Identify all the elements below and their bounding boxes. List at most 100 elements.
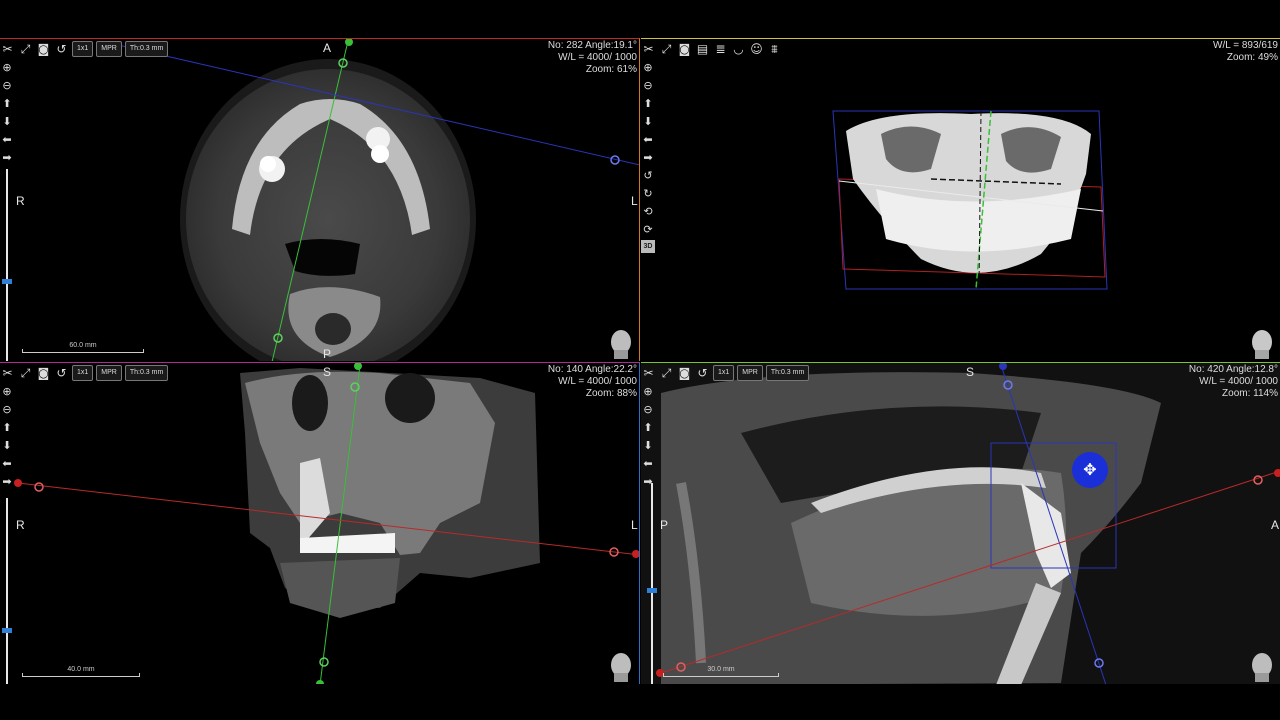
arrow-down-icon[interactable]: ⬇: [641, 114, 655, 129]
scissors-icon[interactable]: ✂: [0, 42, 15, 57]
zoom-out-icon[interactable]: ⊖: [641, 78, 655, 93]
rotate-right-icon[interactable]: ↻: [641, 186, 655, 201]
mpr-button[interactable]: MPR: [96, 41, 122, 57]
orient-posterior: P: [660, 518, 669, 532]
zoom-out-icon[interactable]: ⊖: [0, 78, 14, 93]
fullscreen-icon[interactable]: ⤢: [18, 42, 33, 57]
arrow-down-icon[interactable]: ⬇: [0, 438, 14, 453]
reset-icon[interactable]: ↺: [54, 42, 69, 57]
arrow-right-icon[interactable]: ➡: [641, 150, 655, 165]
arrow-up-icon[interactable]: ⬆: [641, 96, 655, 111]
thickness-button[interactable]: Th:0.3 mm: [124, 41, 169, 57]
slice-info: No: 282 Angle:19.1°: [547, 40, 637, 51]
orient-right: R: [16, 518, 25, 532]
axial-ct-image: [117, 39, 639, 361]
zoom-level: Zoom: 88%: [585, 388, 637, 399]
head-orientation-icon[interactable]: [1249, 328, 1275, 360]
layout-button[interactable]: 1x1: [713, 365, 735, 381]
move-crosshair-icon[interactable]: ✥: [1072, 452, 1108, 488]
reset-icon[interactable]: ↺: [54, 366, 69, 381]
camera-icon[interactable]: ◙: [36, 366, 51, 381]
mpr-button[interactable]: MPR: [737, 365, 763, 381]
arrow-down-icon[interactable]: ⬇: [0, 114, 14, 129]
orient-anterior: A: [323, 41, 332, 55]
arrow-right-icon[interactable]: ➡: [0, 150, 14, 165]
slider-handle[interactable]: [2, 279, 12, 284]
slice-info: No: 420 Angle:12.8°: [1188, 364, 1278, 375]
head-orientation-icon[interactable]: [608, 651, 634, 683]
thickness-button[interactable]: Th:0.3 mm: [124, 365, 169, 381]
slice-slider[interactable]: [2, 169, 12, 361]
arrow-up-icon[interactable]: ⬆: [641, 420, 655, 435]
scale-label: 40.0 mm: [67, 666, 95, 673]
scale-line: [22, 349, 144, 353]
axial-viewport[interactable]: ✂ ⤢ ◙ ↺ 1x1 MPR Th:0.3 mm ⊕ ⊖ ⬆ ⬇ ⬅ ➡ No…: [0, 38, 640, 361]
arrow-left-icon[interactable]: ⬅: [0, 456, 14, 471]
render-3d-button[interactable]: 3D: [641, 240, 655, 253]
arrow-right-icon[interactable]: ➡: [0, 474, 14, 489]
thickness-button[interactable]: Th:0.3 mm: [765, 365, 810, 381]
slider-handle[interactable]: [2, 628, 12, 633]
arrow-left-icon[interactable]: ⬅: [641, 132, 655, 147]
rotate-left-icon[interactable]: ↺: [641, 168, 655, 183]
scissors-icon[interactable]: ✂: [641, 366, 656, 381]
coronal-viewport[interactable]: ✂ ⤢ ◙ ↺ 1x1 MPR Th:0.3 mm ⊕ ⊖ ⬆ ⬇ ⬅ ➡ No…: [0, 362, 640, 684]
scale-line: [22, 673, 140, 677]
arrow-right-icon[interactable]: ➡: [641, 474, 655, 489]
window-level: W/L = 4000/ 1000: [558, 376, 637, 387]
head-orientation-icon[interactable]: [608, 328, 634, 360]
head-orientation-icon[interactable]: [1249, 651, 1275, 683]
zoom-level: Zoom: 49%: [1226, 52, 1278, 63]
zoom-in-icon[interactable]: ⊕: [0, 60, 14, 75]
camera-icon[interactable]: ◙: [677, 366, 692, 381]
slice-slider[interactable]: [647, 483, 657, 684]
layers-icon[interactable]: ≣: [713, 42, 728, 57]
arrow-up-icon[interactable]: ⬆: [0, 96, 14, 111]
slice-slider[interactable]: [2, 498, 12, 684]
arrow-left-icon[interactable]: ⬅: [641, 456, 655, 471]
scissors-icon[interactable]: ✂: [0, 366, 15, 381]
implant-icon[interactable]: ⩩: [767, 42, 782, 57]
zoom-out-icon[interactable]: ⊖: [641, 402, 655, 417]
volume-render-image: [832, 110, 1108, 290]
zoom-in-icon[interactable]: ⊕: [641, 384, 655, 399]
sagittal-info: No: 420 Angle:12.8° W/L = 4000/ 1000 Zoo…: [1189, 364, 1278, 400]
coronal-side-tools: ⊕ ⊖ ⬆ ⬇ ⬅ ➡: [0, 384, 14, 489]
zoom-in-icon[interactable]: ⊕: [641, 60, 655, 75]
sagittal-toolbar: ✂ ⤢ ◙ ↺ 1x1 MPR Th:0.3 mm: [641, 364, 810, 382]
layout-button[interactable]: 1x1: [72, 365, 94, 381]
sagittal-ct-image: [641, 363, 1280, 684]
spin-reverse-icon[interactable]: ⟳: [641, 222, 655, 237]
coronal-toolbar: ✂ ⤢ ◙ ↺ 1x1 MPR Th:0.3 mm: [0, 364, 169, 382]
scissors-icon[interactable]: ✂: [641, 42, 656, 57]
reset-icon[interactable]: ↺: [695, 366, 710, 381]
curve-icon[interactable]: ◡: [731, 42, 746, 57]
orient-superior: S: [323, 365, 332, 379]
slider-handle[interactable]: [647, 588, 657, 593]
zoom-in-icon[interactable]: ⊕: [0, 384, 14, 399]
camera-icon[interactable]: ◙: [677, 42, 692, 57]
axial-side-tools: ⊕ ⊖ ⬆ ⬇ ⬅ ➡: [0, 60, 14, 165]
volume-info: W/L = 893/619 Zoom: 49%: [1213, 40, 1278, 64]
arrow-up-icon[interactable]: ⬆: [0, 420, 14, 435]
fullscreen-icon[interactable]: ⤢: [659, 366, 674, 381]
printer-icon[interactable]: ▤: [695, 42, 710, 57]
volume-side-tools: ⊕ ⊖ ⬆ ⬇ ⬅ ➡ ↺ ↻ ⟲ ⟳ 3D: [641, 60, 655, 253]
orient-left: L: [631, 194, 638, 208]
fullscreen-icon[interactable]: ⤢: [18, 366, 33, 381]
scale-label: 60.0 mm: [69, 342, 97, 349]
mpr-button[interactable]: MPR: [96, 365, 122, 381]
camera-icon[interactable]: ◙: [36, 42, 51, 57]
skull-icon[interactable]: ☺: [749, 42, 764, 57]
axial-info: No: 282 Angle:19.1° W/L = 4000/ 1000 Zoo…: [548, 40, 637, 76]
fullscreen-icon[interactable]: ⤢: [659, 42, 674, 57]
layout-button[interactable]: 1x1: [72, 41, 94, 57]
volume-3d-viewport[interactable]: ✂ ⤢ ◙ ▤ ≣ ◡ ☺ ⩩ ⊕ ⊖ ⬆ ⬇ ⬅ ➡ ↺ ↻ ⟲ ⟳ 3D W…: [641, 38, 1280, 361]
window-level: W/L = 4000/ 1000: [558, 52, 637, 63]
arrow-left-icon[interactable]: ⬅: [0, 132, 14, 147]
arrow-down-icon[interactable]: ⬇: [641, 438, 655, 453]
spin-icon[interactable]: ⟲: [641, 204, 655, 219]
orient-anterior: A: [1271, 518, 1280, 532]
zoom-out-icon[interactable]: ⊖: [0, 402, 14, 417]
sagittal-viewport[interactable]: ✥ ✂ ⤢ ◙ ↺ 1x1 MPR Th:0.3 mm ⊕ ⊖ ⬆ ⬇ ⬅ ➡ …: [641, 362, 1280, 684]
